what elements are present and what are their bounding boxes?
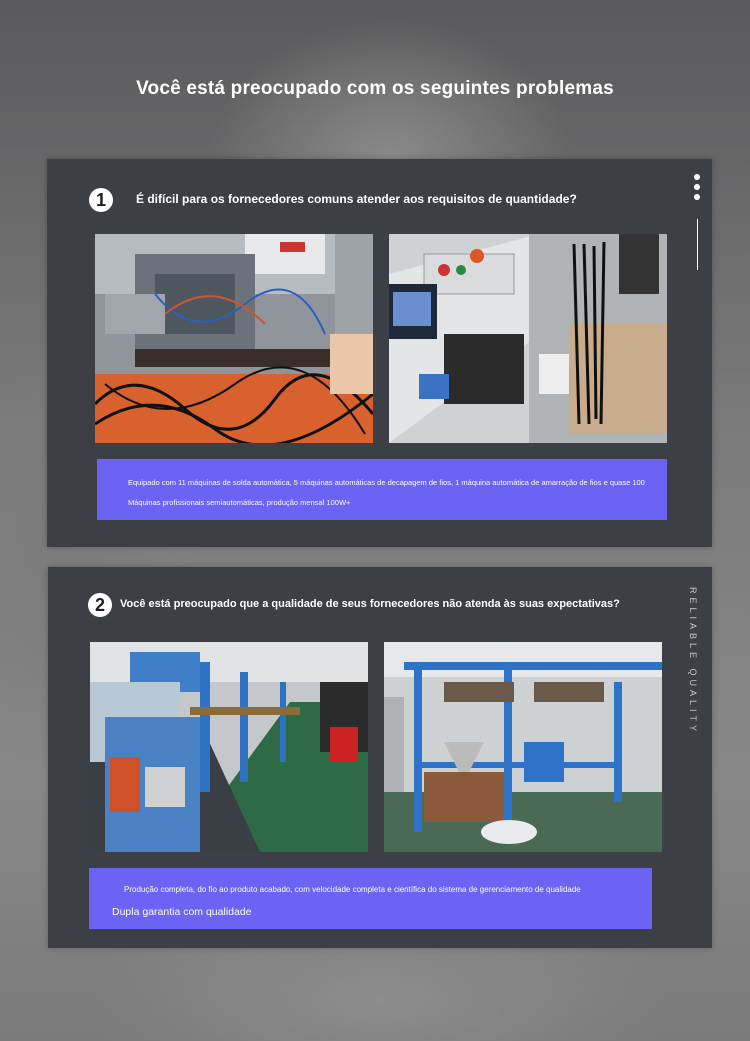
problem-card-2: 2 Você está preocupado que a qualidade d… <box>48 567 712 948</box>
problem-question-2: Você está preocupado que a qualidade de … <box>120 598 620 610</box>
caption-2-line-2: Dupla garantia com qualidade <box>112 906 252 918</box>
step-number-2: 2 <box>88 593 112 617</box>
page-title: Você está preocupado com os seguintes pr… <box>136 78 614 99</box>
problem-card-1: 1 É difícil para os fornecedores comuns … <box>47 159 712 547</box>
problem-question-1: É difícil para os fornecedores comuns at… <box>136 192 577 206</box>
caption-box-1: Equipado com 11 máquinas de solda automá… <box>97 459 667 520</box>
photo-production-line <box>90 642 368 852</box>
side-label: RELIABLE QUALITY <box>688 587 698 736</box>
menu-dots-icon[interactable] <box>694 174 700 204</box>
step-number-1: 1 <box>89 188 113 212</box>
caption-1-line-1: Equipado com 11 máquinas de solda automá… <box>128 478 645 487</box>
caption-1-line-2: Máquinas profissionais semiautomáticas, … <box>128 498 351 507</box>
photo-wire-stripping-machine <box>389 234 667 443</box>
photo-extrusion-machine <box>384 642 662 852</box>
caption-box-2: Produção completa, do fio ao produto aca… <box>89 868 652 929</box>
scroll-indicator <box>697 219 698 270</box>
caption-2-line-1: Produção completa, do fio ao produto aca… <box>124 885 581 894</box>
photo-soldering-machine <box>95 234 373 443</box>
